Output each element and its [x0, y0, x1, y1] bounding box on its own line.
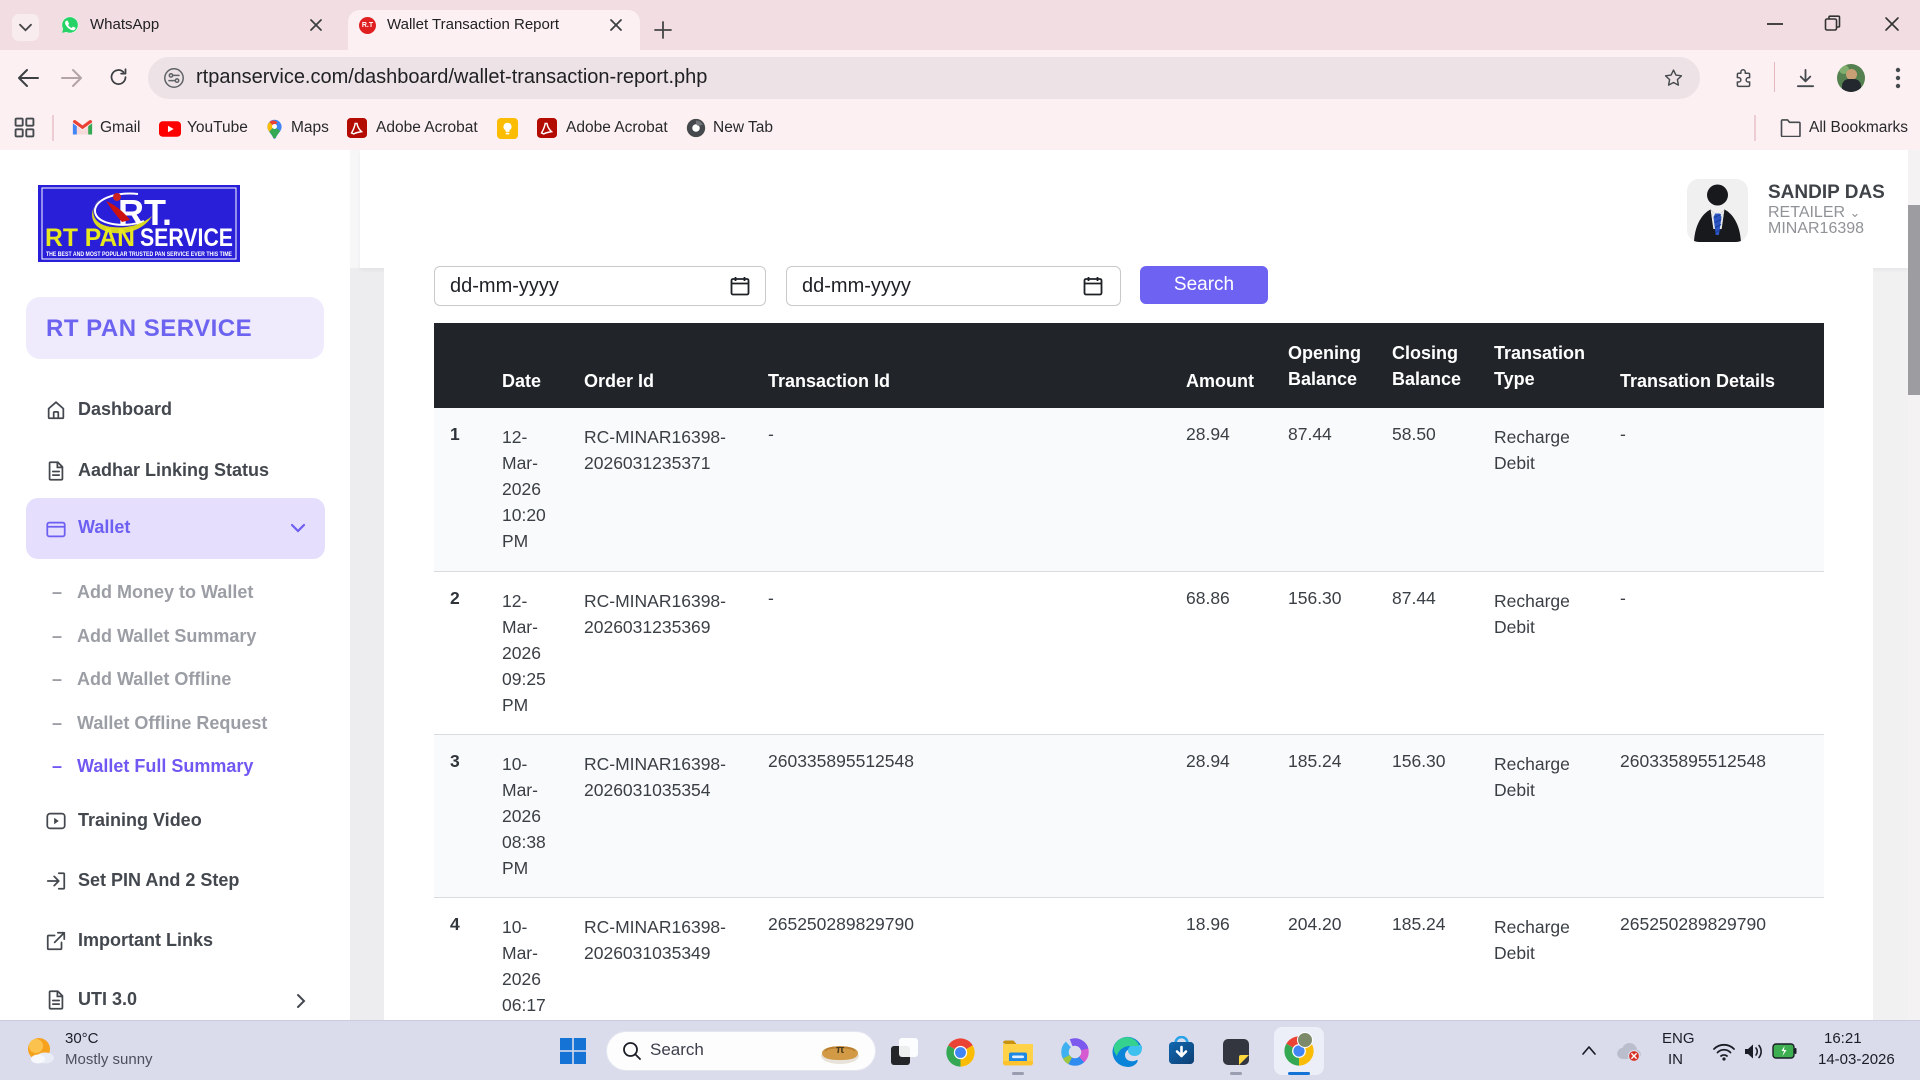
svg-text:RT PAN: RT PAN — [45, 224, 135, 252]
svg-text:THE BEST AND MOST POPULAR TRUS: THE BEST AND MOST POPULAR TRUSTED PAN SE… — [46, 251, 232, 258]
svg-text:π: π — [836, 1044, 845, 1056]
svg-text:SERVICE: SERVICE — [140, 224, 233, 252]
